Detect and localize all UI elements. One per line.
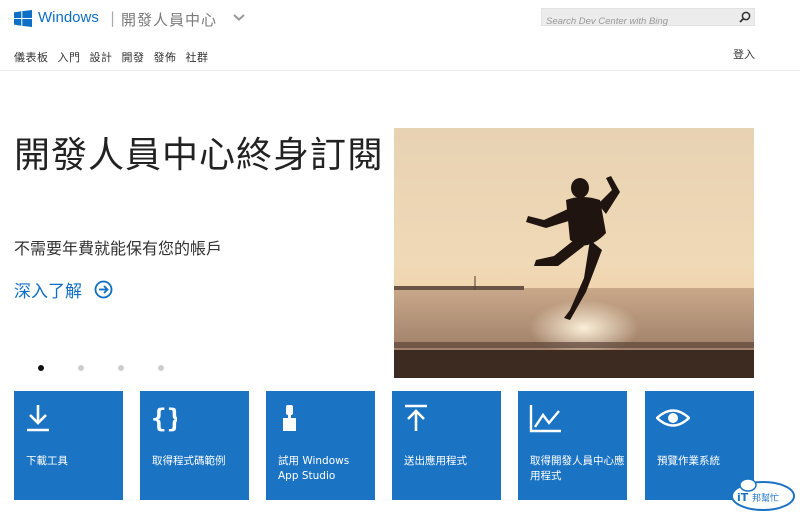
tile-download-tools[interactable]: 下載工具 <box>14 391 123 500</box>
nav-item-publish[interactable]: 發佈 <box>154 49 177 65</box>
tile-label: 取得程式碼範例 <box>152 455 226 467</box>
carousel-dot[interactable] <box>118 365 124 371</box>
nav-item-design[interactable]: 設計 <box>90 49 113 65</box>
svg-text:{}: {} <box>151 404 177 433</box>
braces-icon: {} <box>151 404 177 433</box>
brand-name[interactable]: Windows <box>38 9 99 26</box>
quick-links: 下載工具 {} 取得程式碼範例 試用 Windows App Studio 送出… <box>14 391 754 500</box>
svg-text:iT: iT <box>737 491 749 504</box>
tile-label: 下載工具 <box>26 455 68 467</box>
brush-icon <box>283 405 296 431</box>
hero-subtitle: 不需要年費就能保有您的帳戶 <box>14 239 223 258</box>
tile-label: 送出應用程式 <box>404 455 467 467</box>
chevron-down-icon[interactable] <box>232 12 246 22</box>
search-box <box>541 8 755 30</box>
beach-jump-photo <box>394 128 754 378</box>
signin-link[interactable]: 登入 <box>733 46 755 62</box>
brand-separator: | <box>110 9 116 27</box>
tile-app-studio[interactable]: 試用 Windows App Studio <box>266 391 375 500</box>
windows-logo-icon[interactable] <box>14 10 32 27</box>
hero-image[interactable] <box>394 128 754 378</box>
tile-dev-center-app[interactable]: 取得開發人員中心應用程式 <box>518 391 627 500</box>
tile-label: 預覽作業系統 <box>657 455 720 467</box>
header-divider <box>0 70 800 71</box>
carousel-dot[interactable] <box>158 365 164 371</box>
hero-title: 開發人員中心終身訂閱 <box>14 135 385 176</box>
chart-icon <box>529 405 561 433</box>
search-icon[interactable] <box>739 11 751 23</box>
learn-more-label: 深入了解 <box>14 282 82 302</box>
ithome-watermark-logo: iT 邦幫忙 <box>731 478 795 511</box>
nav-item-develop[interactable]: 開發 <box>122 49 145 65</box>
learn-more-link[interactable]: 深入了解 <box>14 277 113 302</box>
nav-item-dashboard[interactable]: 儀表板 <box>14 49 49 65</box>
eye-icon <box>656 409 690 427</box>
upload-icon <box>405 404 427 431</box>
tile-label: 試用 Windows App Studio <box>278 455 350 482</box>
carousel-dot[interactable] <box>38 365 44 371</box>
download-icon <box>27 405 49 432</box>
carousel-indicators <box>38 365 178 375</box>
carousel-dot[interactable] <box>78 365 84 371</box>
top-bar: Windows | 開發人員中心 <box>0 0 800 38</box>
nav-item-community[interactable]: 社群 <box>186 49 209 65</box>
arrow-right-circle-icon <box>94 280 113 299</box>
search-input[interactable] <box>542 13 732 30</box>
main-nav: 儀表板 入門 設計 開發 發佈 社群 <box>14 49 218 65</box>
site-title[interactable]: 開發人員中心 <box>121 9 217 30</box>
svg-text:邦幫忙: 邦幫忙 <box>752 492 779 504</box>
tile-code-samples[interactable]: {} 取得程式碼範例 <box>140 391 249 500</box>
nav-item-get-started[interactable]: 入門 <box>58 49 81 65</box>
tile-label: 取得開發人員中心應用程式 <box>530 455 625 482</box>
tile-submit-app[interactable]: 送出應用程式 <box>392 391 501 500</box>
